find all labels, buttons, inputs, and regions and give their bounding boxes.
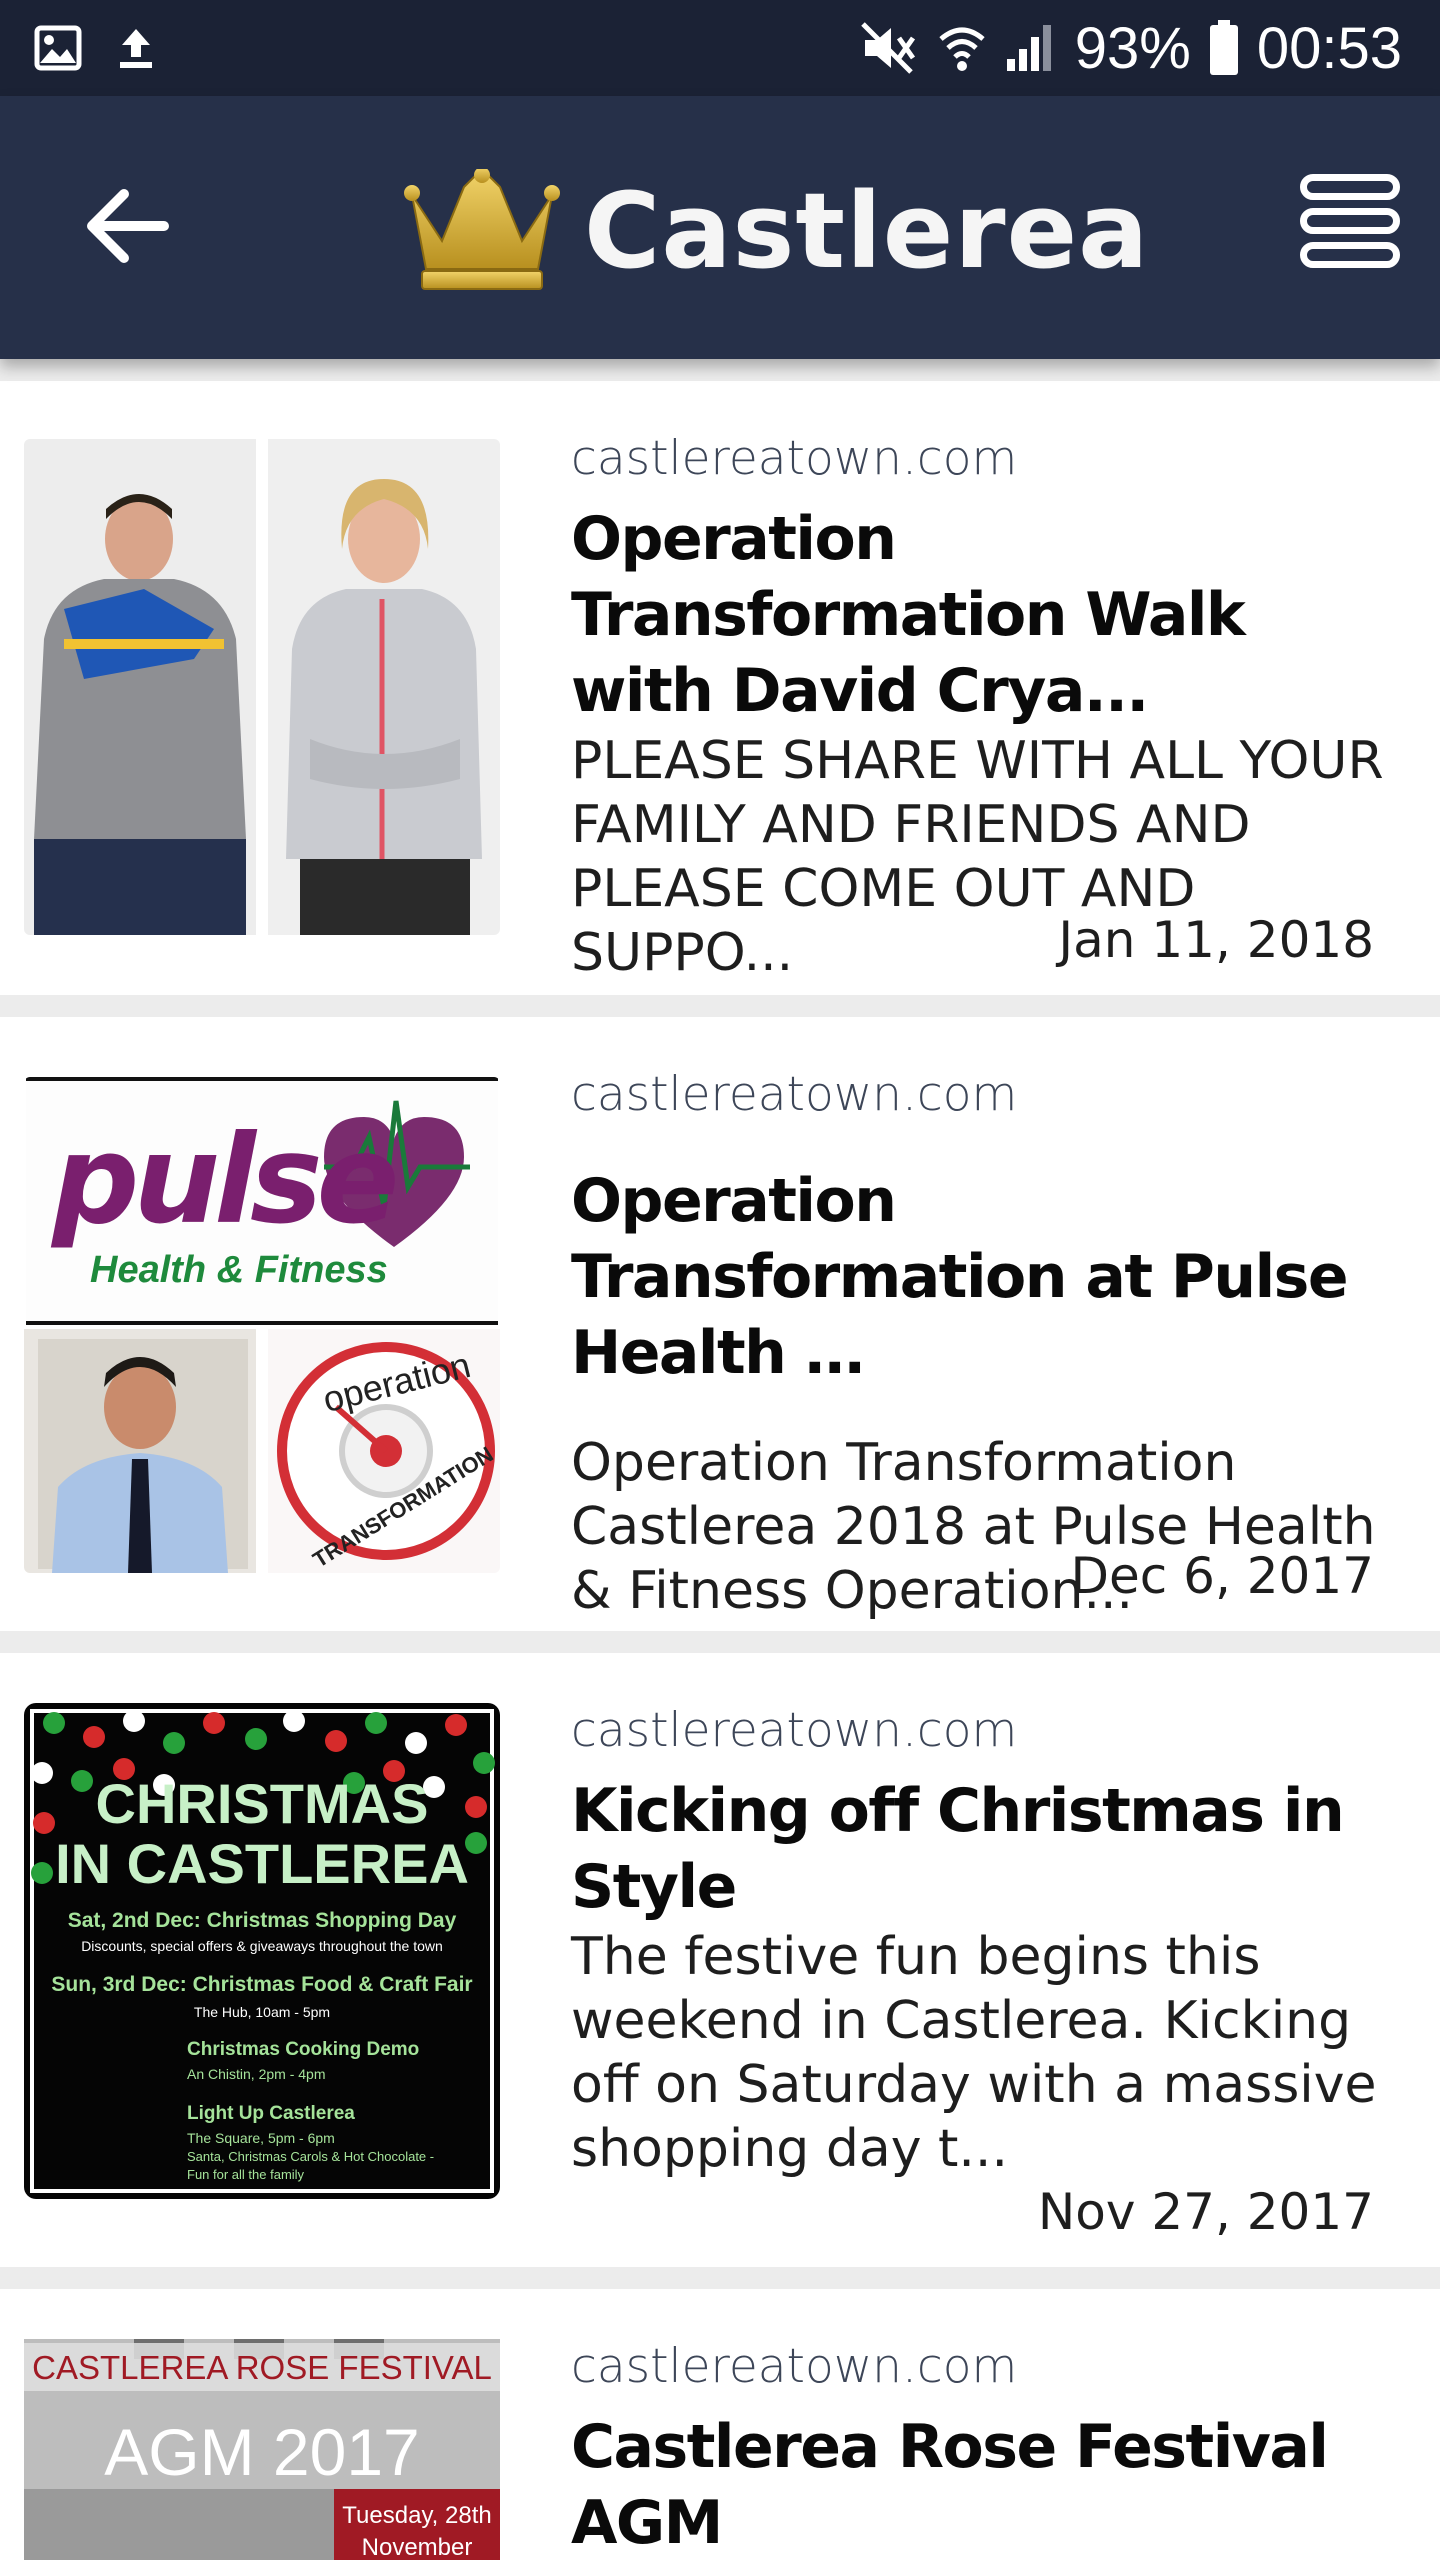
article-card[interactable]: CHRISTMAS IN CASTLEREA Sat, 2nd Dec: Chr… bbox=[0, 1653, 1440, 2267]
arrow-left-icon bbox=[87, 189, 169, 263]
rose-festival-agm: AGM 2017 bbox=[104, 2415, 420, 2489]
article-thumbnail: CHRISTMAS IN CASTLEREA Sat, 2nd Dec: Chr… bbox=[24, 1703, 500, 2199]
battery-icon bbox=[1209, 20, 1238, 75]
article-thumbnail: CASTLEREA ROSE FESTIVAL AGM 2017 Tuesday… bbox=[24, 2339, 500, 2560]
rose-festival-date-1: Tuesday, 28th bbox=[342, 2502, 491, 2529]
article-card[interactable]: pulse Health & Fitness operation TRANSFO… bbox=[0, 1017, 1440, 1631]
article-date: Dec 6, 2017 bbox=[1070, 1547, 1375, 1605]
flyer-line-2-sub: The Hub, 10am - 5pm bbox=[194, 2004, 330, 2020]
article-title[interactable]: Castlerea Rose Festival AGM bbox=[571, 2409, 1400, 2560]
article-source: castlereatown.com bbox=[571, 431, 1018, 486]
status-bar: 93% 00:53 bbox=[0, 0, 1440, 96]
article-card[interactable]: CASTLEREA ROSE FESTIVAL AGM 2017 Tuesday… bbox=[0, 2289, 1440, 2560]
flyer-line-4: Light Up Castlerea bbox=[187, 2103, 355, 2124]
article-title[interactable]: Operation Transformation at Pulse Health… bbox=[571, 1163, 1400, 1391]
system-icons: 93% 00:53 bbox=[859, 16, 1402, 81]
flyer-heading-2: IN CASTLEREA bbox=[55, 1832, 469, 1895]
flyer-line-4-sub: The Square, 5pm - 6pm bbox=[187, 2130, 335, 2146]
upload-icon bbox=[120, 29, 152, 68]
article-thumbnail bbox=[24, 439, 500, 935]
clock: 00:53 bbox=[1256, 15, 1402, 81]
app-title: Castlerea bbox=[584, 170, 1150, 292]
crown-icon bbox=[404, 169, 560, 290]
article-snippet: The festive fun begins this weekend in C… bbox=[571, 1927, 1377, 2179]
signal-icon bbox=[1006, 25, 1051, 71]
back-button[interactable] bbox=[84, 186, 174, 266]
app-bar: Castlerea bbox=[0, 96, 1440, 359]
article-source: castlereatown.com bbox=[571, 2339, 1018, 2394]
rose-festival-header: CASTLEREA ROSE FESTIVAL bbox=[32, 2349, 492, 2386]
flyer-line-1: Sat, 2nd Dec: Christmas Shopping Day bbox=[68, 1909, 457, 1932]
pulse-logo-text: pulse bbox=[50, 1109, 396, 1251]
article-date: Nov 27, 2017 bbox=[1037, 2183, 1374, 2241]
menu-button[interactable] bbox=[1300, 174, 1410, 272]
flyer-line-5-sub: Santa, Christmas Carols & Hot Chocolate … bbox=[187, 2149, 434, 2164]
article-body: castlereatown.com Kicking off Christmas … bbox=[571, 1703, 1400, 2181]
flyer-line-2: Sun, 3rd Dec: Christmas Food & Craft Fai… bbox=[51, 1973, 472, 1996]
article-thumbnail: pulse Health & Fitness operation TRANSFO… bbox=[24, 1077, 500, 1573]
flyer-line-3-sub: An Chistin, 2pm - 4pm bbox=[187, 2066, 326, 2082]
flyer-line-3: Christmas Cooking Demo bbox=[187, 2039, 419, 2060]
article-body: castlereatown.com Operation Transformati… bbox=[571, 1067, 1400, 1623]
wifi-icon bbox=[939, 27, 985, 71]
article-card[interactable]: castlereatown.com Operation Transformati… bbox=[0, 381, 1440, 995]
article-body: castlereatown.com Castlerea Rose Festiva… bbox=[571, 2339, 1400, 2560]
article-source: castlereatown.com bbox=[571, 1703, 1018, 1758]
pulse-logo-subtext: Health & Fitness bbox=[90, 1249, 388, 1291]
flyer-heading-1: CHRISTMAS bbox=[96, 1772, 429, 1835]
flyer-line-6-sub: Fun for all the family bbox=[187, 2167, 305, 2182]
rose-festival-date-2: November bbox=[362, 2534, 473, 2560]
article-title[interactable]: Operation Transformation Walk with David… bbox=[571, 501, 1400, 729]
image-icon bbox=[34, 25, 82, 71]
battery-percent: 93% bbox=[1074, 15, 1191, 81]
notification-icons bbox=[34, 22, 156, 74]
article-body: castlereatown.com Operation Transformati… bbox=[571, 431, 1400, 985]
app-logo[interactable]: Castlerea bbox=[404, 166, 1149, 296]
mute-icon bbox=[860, 22, 915, 74]
flyer-line-1-sub: Discounts, special offers & giveaways th… bbox=[81, 1938, 443, 1954]
article-title[interactable]: Kicking off Christmas in Style bbox=[571, 1773, 1400, 1925]
article-source: castlereatown.com bbox=[571, 1067, 1018, 1122]
article-date: Jan 11, 2018 bbox=[1058, 911, 1374, 969]
